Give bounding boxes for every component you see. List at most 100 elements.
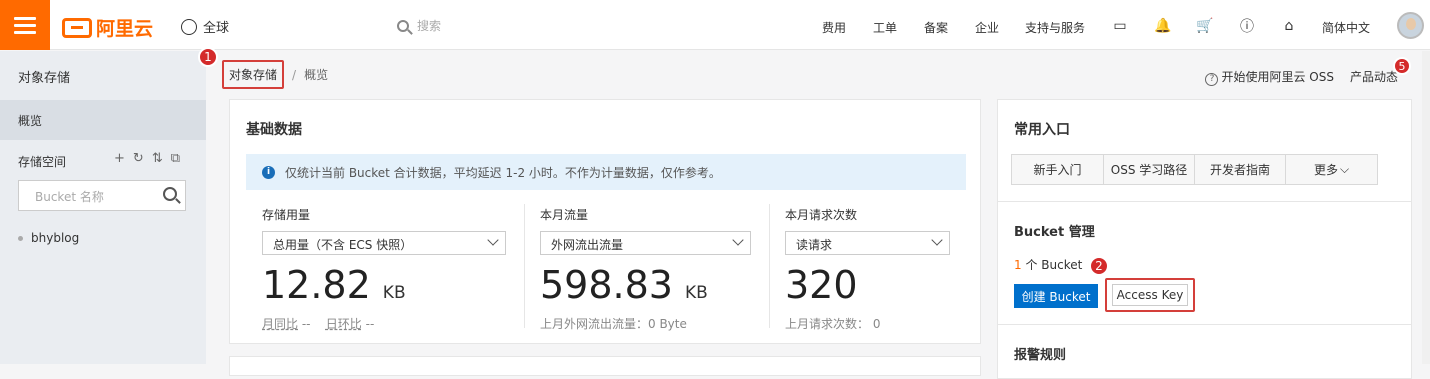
metric-value-row: 598.83 KB <box>540 263 751 307</box>
breadcrumb-overview: 概览 <box>304 68 329 82</box>
basic-data-panel: 基础数据 i 仅统计当前 Bucket 合计数据，平均延迟 1-2 小时。不作为… <box>229 99 981 344</box>
info-notice-text: 仅统计当前 Bucket 合计数据，平均延迟 1-2 小时。不作为计量数据，仅作… <box>285 165 721 180</box>
metric-value: 598.83 <box>540 263 673 307</box>
step-badge-2: 2 <box>1089 256 1109 276</box>
sidebar-item-overview[interactable]: 概览 <box>0 100 206 140</box>
metric-requests: 本月请求次数 读请求 320 上月请求次数： 0 <box>785 206 950 332</box>
bucket-list-item[interactable]: bhyblog <box>18 231 79 245</box>
breadcrumb: 对象存储 / 概览 <box>222 60 328 89</box>
logo-text: 阿里云 <box>96 18 154 40</box>
mom-label: 月同比 <box>262 317 299 331</box>
language-selector[interactable]: 简体中文 <box>1322 19 1370 36</box>
quick-links: 新手入门 OSS 学习路径 开发者指南 更多 ⌵ <box>1011 154 1378 185</box>
bucket-search-input[interactable]: Bucket 名称 <box>18 180 186 211</box>
top-navbar: 阿里云 全球 搜索 费用 工单 备案 企业 支持与服务 ▭ 🔔 🛒 ⓘ ⌂ 简体… <box>0 0 1430 50</box>
terminal-icon[interactable]: ▭ <box>1112 18 1128 34</box>
bullet-icon <box>18 235 23 241</box>
home-icon[interactable]: ⌂ <box>1281 18 1297 34</box>
bucket-count-suffix: 个 Bucket <box>1021 258 1083 272</box>
quick-link-learning-path[interactable]: OSS 学习路径 <box>1103 154 1195 185</box>
create-bucket-button[interactable]: 创建 Bucket <box>1014 284 1098 308</box>
metric-unit: KB <box>382 283 406 303</box>
metric-value: 320 <box>785 263 858 307</box>
global-search[interactable]: 搜索 <box>397 17 441 34</box>
chevron-down-icon <box>487 234 499 246</box>
nav-support[interactable]: 支持与服务 <box>1025 19 1085 36</box>
refresh-icon[interactable]: ↻ <box>133 151 144 166</box>
add-icon[interactable]: + <box>114 151 125 166</box>
top-right-links: ? 开始使用阿里云 OSS 产品动态 <box>1205 68 1398 86</box>
dod-value: -- <box>365 317 375 331</box>
divider <box>524 204 525 328</box>
chevron-down-icon <box>931 234 943 246</box>
request-type-select[interactable]: 读请求 <box>785 231 950 255</box>
metric-label: 本月请求次数 <box>785 208 858 222</box>
nav-billing[interactable]: 费用 <box>822 19 846 36</box>
region-label: 全球 <box>203 21 230 36</box>
metric-label: 存储用量 <box>262 208 311 222</box>
quick-link-dev-guide[interactable]: 开发者指南 <box>1194 154 1286 185</box>
cart-icon[interactable]: 🛒 <box>1196 18 1213 34</box>
bucket-tools: + ↻ ⇅ ⧉ <box>114 151 180 166</box>
select-value: 总用量（不含 ECS 快照） <box>273 238 413 252</box>
metric-value-row: 12.82 KB <box>262 263 506 307</box>
next-panel <box>229 356 981 376</box>
bucket-name: bhyblog <box>31 231 80 245</box>
mom-value: -- <box>301 317 311 331</box>
metric-label: 本月流量 <box>540 208 589 222</box>
traffic-type-select[interactable]: 外网流出流量 <box>540 231 751 255</box>
quick-link-getting-started[interactable]: 新手入门 <box>1011 154 1104 185</box>
step-badge-1: 1 <box>198 47 218 67</box>
common-entry-title: 常用入口 <box>1014 122 1070 138</box>
bucket-section-label: 存储空间 <box>18 155 67 169</box>
help-icon[interactable]: ⓘ <box>1239 18 1255 35</box>
expand-icon[interactable]: ⧉ <box>171 151 180 166</box>
breadcrumb-oss[interactable]: 对象存储 <box>222 60 285 89</box>
search-placeholder: 搜索 <box>417 19 442 33</box>
breadcrumb-separator: / <box>292 67 297 82</box>
bell-icon[interactable]: 🔔 <box>1154 18 1171 34</box>
metric-foot: 月同比 -- 日环比 -- <box>262 315 506 332</box>
info-icon: i <box>262 165 275 179</box>
alarm-rules-title: 报警规则 <box>1014 348 1067 363</box>
metric-value-row: 320 <box>785 263 950 307</box>
aliyun-logo[interactable]: 阿里云 <box>62 14 153 41</box>
metric-value: 12.82 <box>262 263 371 307</box>
storage-type-select[interactable]: 总用量（不含 ECS 快照） <box>262 231 506 255</box>
dod-label: 日环比 <box>325 317 362 331</box>
bucket-mgmt-title: Bucket 管理 <box>1014 225 1095 240</box>
divider <box>998 201 1411 202</box>
right-panel: 常用入口 新手入门 OSS 学习路径 开发者指南 更多 ⌵ Bucket 管理 … <box>997 99 1412 379</box>
region-selector[interactable]: 全球 <box>181 17 229 36</box>
select-value: 读请求 <box>796 238 833 252</box>
user-avatar[interactable] <box>1397 12 1424 39</box>
select-value: 外网流出流量 <box>551 238 624 252</box>
start-oss-label: 开始使用阿里云 OSS <box>1221 70 1334 84</box>
nav-icp[interactable]: 备案 <box>924 19 948 36</box>
bucket-count-number[interactable]: 1 <box>1014 258 1022 272</box>
search-icon[interactable] <box>163 187 177 201</box>
chevron-down-icon: ⌵ <box>1339 162 1350 176</box>
news-count-badge: 5 <box>1393 57 1411 75</box>
sort-icon[interactable]: ⇅ <box>152 151 163 166</box>
nav-enterprise[interactable]: 企业 <box>975 19 999 36</box>
metric-storage: 存储用量 总用量（不含 ECS 快照） 12.82 KB 月同比 -- 日环比 … <box>262 206 506 332</box>
question-icon: ? <box>1205 72 1219 86</box>
page-scrollbar[interactable] <box>1422 51 1430 364</box>
metric-unit: KB <box>684 283 708 303</box>
access-key-highlight: Access Key <box>1105 278 1195 312</box>
info-notice: i 仅统计当前 Bucket 合计数据，平均延迟 1-2 小时。不作为计量数据，… <box>246 154 966 190</box>
start-oss-link[interactable]: ? 开始使用阿里云 OSS <box>1205 68 1334 86</box>
hamburger-menu-button[interactable] <box>0 0 50 50</box>
nav-tickets[interactable]: 工单 <box>873 19 897 36</box>
chevron-down-icon <box>732 234 744 246</box>
more-label: 更多 <box>1313 163 1338 177</box>
sidebar-title[interactable]: 对象存储 <box>18 67 70 86</box>
bucket-count: 1 个 Bucket <box>1014 256 1082 273</box>
divider <box>769 204 770 328</box>
sidebar: 对象存储 概览 存储空间 + ↻ ⇅ ⧉ Bucket 名称 bhyblog <box>0 51 206 364</box>
search-icon <box>397 19 409 32</box>
quick-link-more[interactable]: 更多 ⌵ <box>1285 154 1378 185</box>
access-key-button[interactable]: Access Key <box>1112 284 1188 306</box>
product-news-link[interactable]: 产品动态 <box>1350 68 1398 85</box>
